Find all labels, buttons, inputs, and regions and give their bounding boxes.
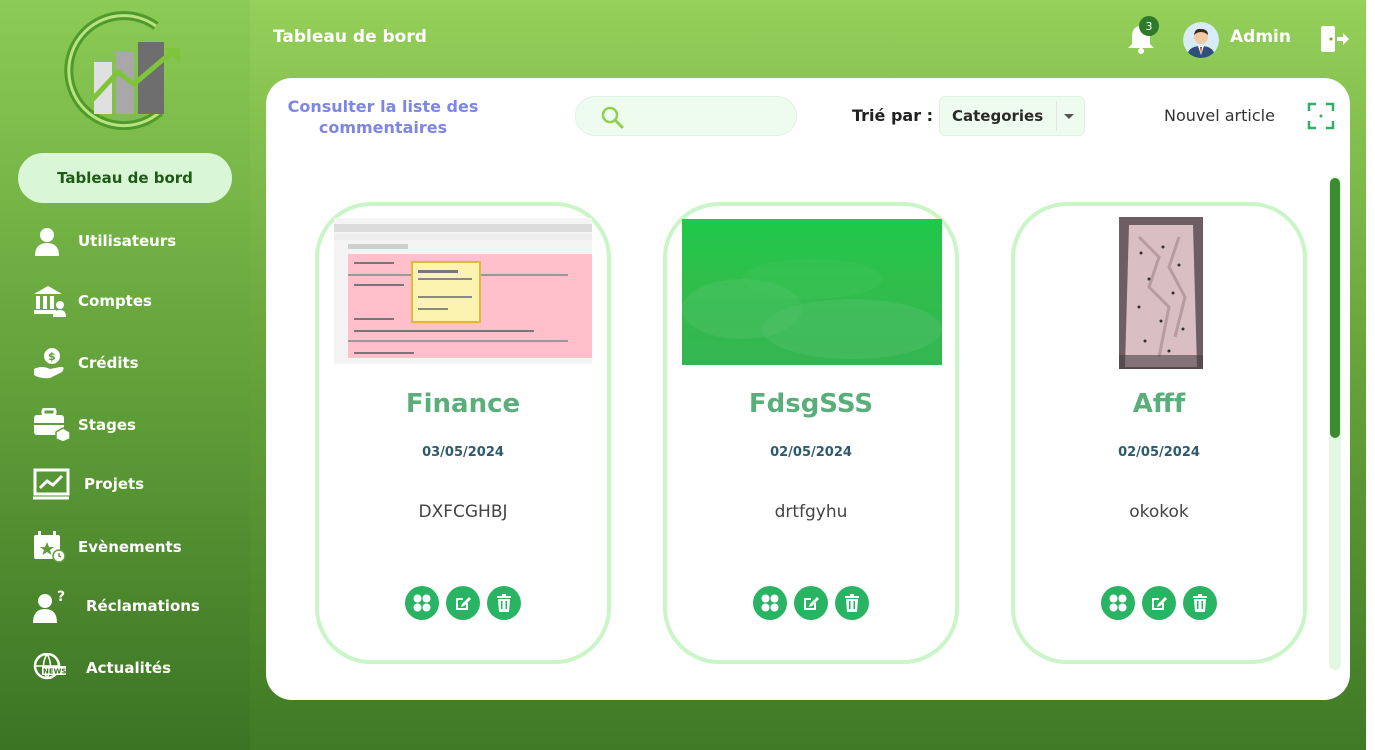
calendar-star-icon bbox=[32, 530, 72, 564]
notification-badge: 3 bbox=[1139, 16, 1159, 36]
article-card: Afff 02/05/2024 okokok bbox=[1011, 202, 1307, 664]
edit-icon bbox=[456, 597, 471, 610]
delete-button[interactable] bbox=[1183, 586, 1217, 620]
svg-text:NEWS: NEWS bbox=[43, 668, 66, 676]
news-globe-icon: NEWS bbox=[32, 651, 80, 685]
right-edge-strip bbox=[1366, 0, 1375, 750]
money-hand-icon: $ bbox=[32, 346, 72, 380]
sidebar-item-actualites[interactable]: NEWS Actualités bbox=[32, 650, 171, 686]
fullscreen-icon[interactable] bbox=[1307, 102, 1335, 130]
user-icon bbox=[32, 224, 72, 258]
view-details-button[interactable] bbox=[1101, 586, 1135, 620]
user-name: Admin bbox=[1230, 27, 1291, 47]
sidebar-item-reclamations[interactable]: ? Réclamations bbox=[32, 588, 200, 624]
grid-icon bbox=[761, 594, 779, 612]
grid-icon bbox=[413, 594, 431, 612]
article-image bbox=[334, 218, 592, 364]
article-title: Afff bbox=[1132, 389, 1186, 419]
logo-icon bbox=[64, 11, 180, 130]
chart-board-icon bbox=[32, 467, 78, 501]
view-details-button[interactable] bbox=[753, 586, 787, 620]
sidebar-item-projets[interactable]: Projets bbox=[32, 466, 144, 502]
article-card: FdsgSSS 02/05/2024 drtfgyhu bbox=[663, 202, 959, 664]
comments-list-link[interactable]: Consulter la liste des commentaires bbox=[282, 96, 484, 138]
sidebar-item-label: Comptes bbox=[78, 292, 152, 310]
view-details-button[interactable] bbox=[405, 586, 439, 620]
sidebar-item-tableau-de-bord[interactable]: Tableau de bord bbox=[18, 153, 232, 203]
edit-icon bbox=[804, 597, 819, 610]
article-actions bbox=[1015, 586, 1303, 620]
svg-text:?: ? bbox=[57, 589, 65, 605]
sidebar-item-label: Evènements bbox=[78, 538, 182, 556]
svg-text:$: $ bbox=[48, 350, 56, 363]
edit-icon bbox=[1152, 597, 1167, 610]
edit-button[interactable] bbox=[1142, 586, 1176, 620]
trash-icon bbox=[497, 594, 511, 612]
new-article-button[interactable]: Nouvel article bbox=[1164, 106, 1275, 125]
sidebar-item-label: Tableau de bord bbox=[57, 169, 193, 187]
sidebar-item-label: Réclamations bbox=[86, 597, 200, 615]
sidebar-item-stages[interactable]: Stages bbox=[32, 407, 136, 443]
article-card: Finance 03/05/2024 DXFCGHBJ bbox=[315, 202, 611, 664]
edit-button[interactable] bbox=[446, 586, 480, 620]
delete-button[interactable] bbox=[835, 586, 869, 620]
article-description: DXFCGHBJ bbox=[418, 502, 508, 522]
article-title: Finance bbox=[405, 389, 521, 419]
sidebar-item-label: Crédits bbox=[78, 354, 139, 372]
trash-icon bbox=[1193, 594, 1207, 612]
edit-button[interactable] bbox=[794, 586, 828, 620]
sidebar-item-label: Actualités bbox=[86, 659, 172, 677]
search-icon bbox=[601, 106, 624, 129]
delete-button[interactable] bbox=[487, 586, 521, 620]
article-date: 02/05/2024 bbox=[1118, 445, 1200, 460]
search-box bbox=[575, 96, 797, 136]
article-image bbox=[1119, 217, 1203, 369]
article-actions bbox=[319, 586, 607, 620]
logout-icon[interactable] bbox=[1319, 24, 1349, 54]
sort-select-divider bbox=[1056, 101, 1057, 131]
avatar[interactable] bbox=[1183, 22, 1219, 58]
search-input[interactable] bbox=[632, 103, 782, 131]
article-actions bbox=[667, 586, 955, 620]
article-description: okokok bbox=[1129, 502, 1189, 522]
article-title: FdsgSSS bbox=[748, 389, 874, 419]
sort-select[interactable]: Categories bbox=[939, 96, 1085, 136]
sidebar-item-label: Projets bbox=[84, 475, 145, 493]
sidebar-item-credits[interactable]: $ Crédits bbox=[32, 345, 139, 381]
briefcase-icon bbox=[32, 408, 72, 442]
sidebar-item-comptes[interactable]: Comptes bbox=[32, 283, 152, 319]
sidebar-item-evenements[interactable]: Evènements bbox=[32, 529, 182, 565]
sidebar-item-label: Utilisateurs bbox=[78, 232, 177, 250]
scrollbar-thumb[interactable] bbox=[1330, 178, 1340, 438]
sort-label: Trié par : bbox=[852, 106, 934, 125]
trash-icon bbox=[845, 594, 859, 612]
chevron-down-icon bbox=[1064, 114, 1074, 119]
sidebar-item-label: Stages bbox=[78, 416, 136, 434]
page-title: Tableau de bord bbox=[273, 27, 427, 47]
sort-select-value: Categories bbox=[952, 107, 1044, 125]
bank-icon bbox=[32, 284, 72, 318]
article-description: drtfgyhu bbox=[774, 502, 848, 522]
article-date: 02/05/2024 bbox=[770, 445, 852, 460]
grid-icon bbox=[1109, 594, 1127, 612]
article-image bbox=[682, 219, 942, 365]
article-date: 03/05/2024 bbox=[422, 445, 504, 460]
user-question-icon: ? bbox=[32, 589, 80, 623]
sidebar-item-utilisateurs[interactable]: Utilisateurs bbox=[32, 223, 176, 259]
